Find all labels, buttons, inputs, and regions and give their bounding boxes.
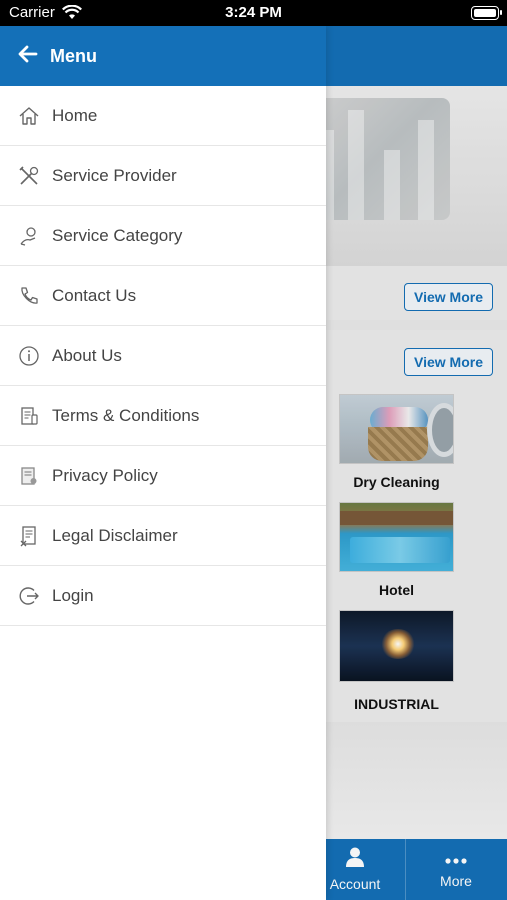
menu-item-service-provider[interactable]: Service Provider [0,146,326,206]
menu-item-label: Service Category [52,225,183,245]
legal-document-icon [18,525,40,547]
phone-icon [18,285,40,307]
login-icon [18,585,40,607]
hand-service-icon [18,225,40,247]
menu-list: Home Service Provider Service Category C… [0,86,326,626]
status-time: 3:24 PM [225,4,282,21]
info-icon [18,345,40,367]
menu-item-home[interactable]: Home [0,86,326,146]
menu-item-label: Contact Us [52,285,137,305]
menu-item-label: Service Provider [52,165,177,185]
menu-item-label: Terms & Conditions [52,405,200,425]
menu-item-label: Home [52,105,98,125]
back-arrow-icon[interactable] [18,45,38,68]
drawer-title: Menu [50,45,97,66]
home-icon [18,105,40,127]
menu-item-terms-conditions[interactable]: Terms & Conditions [0,386,326,446]
drawer-header: Menu [0,26,326,86]
menu-item-legal-disclaimer[interactable]: Legal Disclaimer [0,506,326,566]
menu-item-label: About Us [52,345,122,365]
menu-item-contact-us[interactable]: Contact Us [0,266,326,326]
menu-item-about-us[interactable]: About Us [0,326,326,386]
menu-item-label: Login [52,585,94,605]
menu-item-label: Legal Disclaimer [52,525,178,545]
menu-item-privacy-policy[interactable]: Privacy Policy [0,446,326,506]
document-icon [18,405,40,427]
side-drawer: Menu Home Service Provider Service Categ… [0,26,326,900]
menu-item-login[interactable]: Login [0,566,326,626]
app-screen: Carrier 3:24 PM View More View More Dry … [0,0,507,900]
menu-item-service-category[interactable]: Service Category [0,206,326,266]
status-bar: Carrier 3:24 PM [0,0,507,26]
tools-icon [18,165,40,187]
menu-item-label: Privacy Policy [52,465,158,485]
battery-icon [471,6,502,20]
privacy-document-icon [18,465,40,487]
